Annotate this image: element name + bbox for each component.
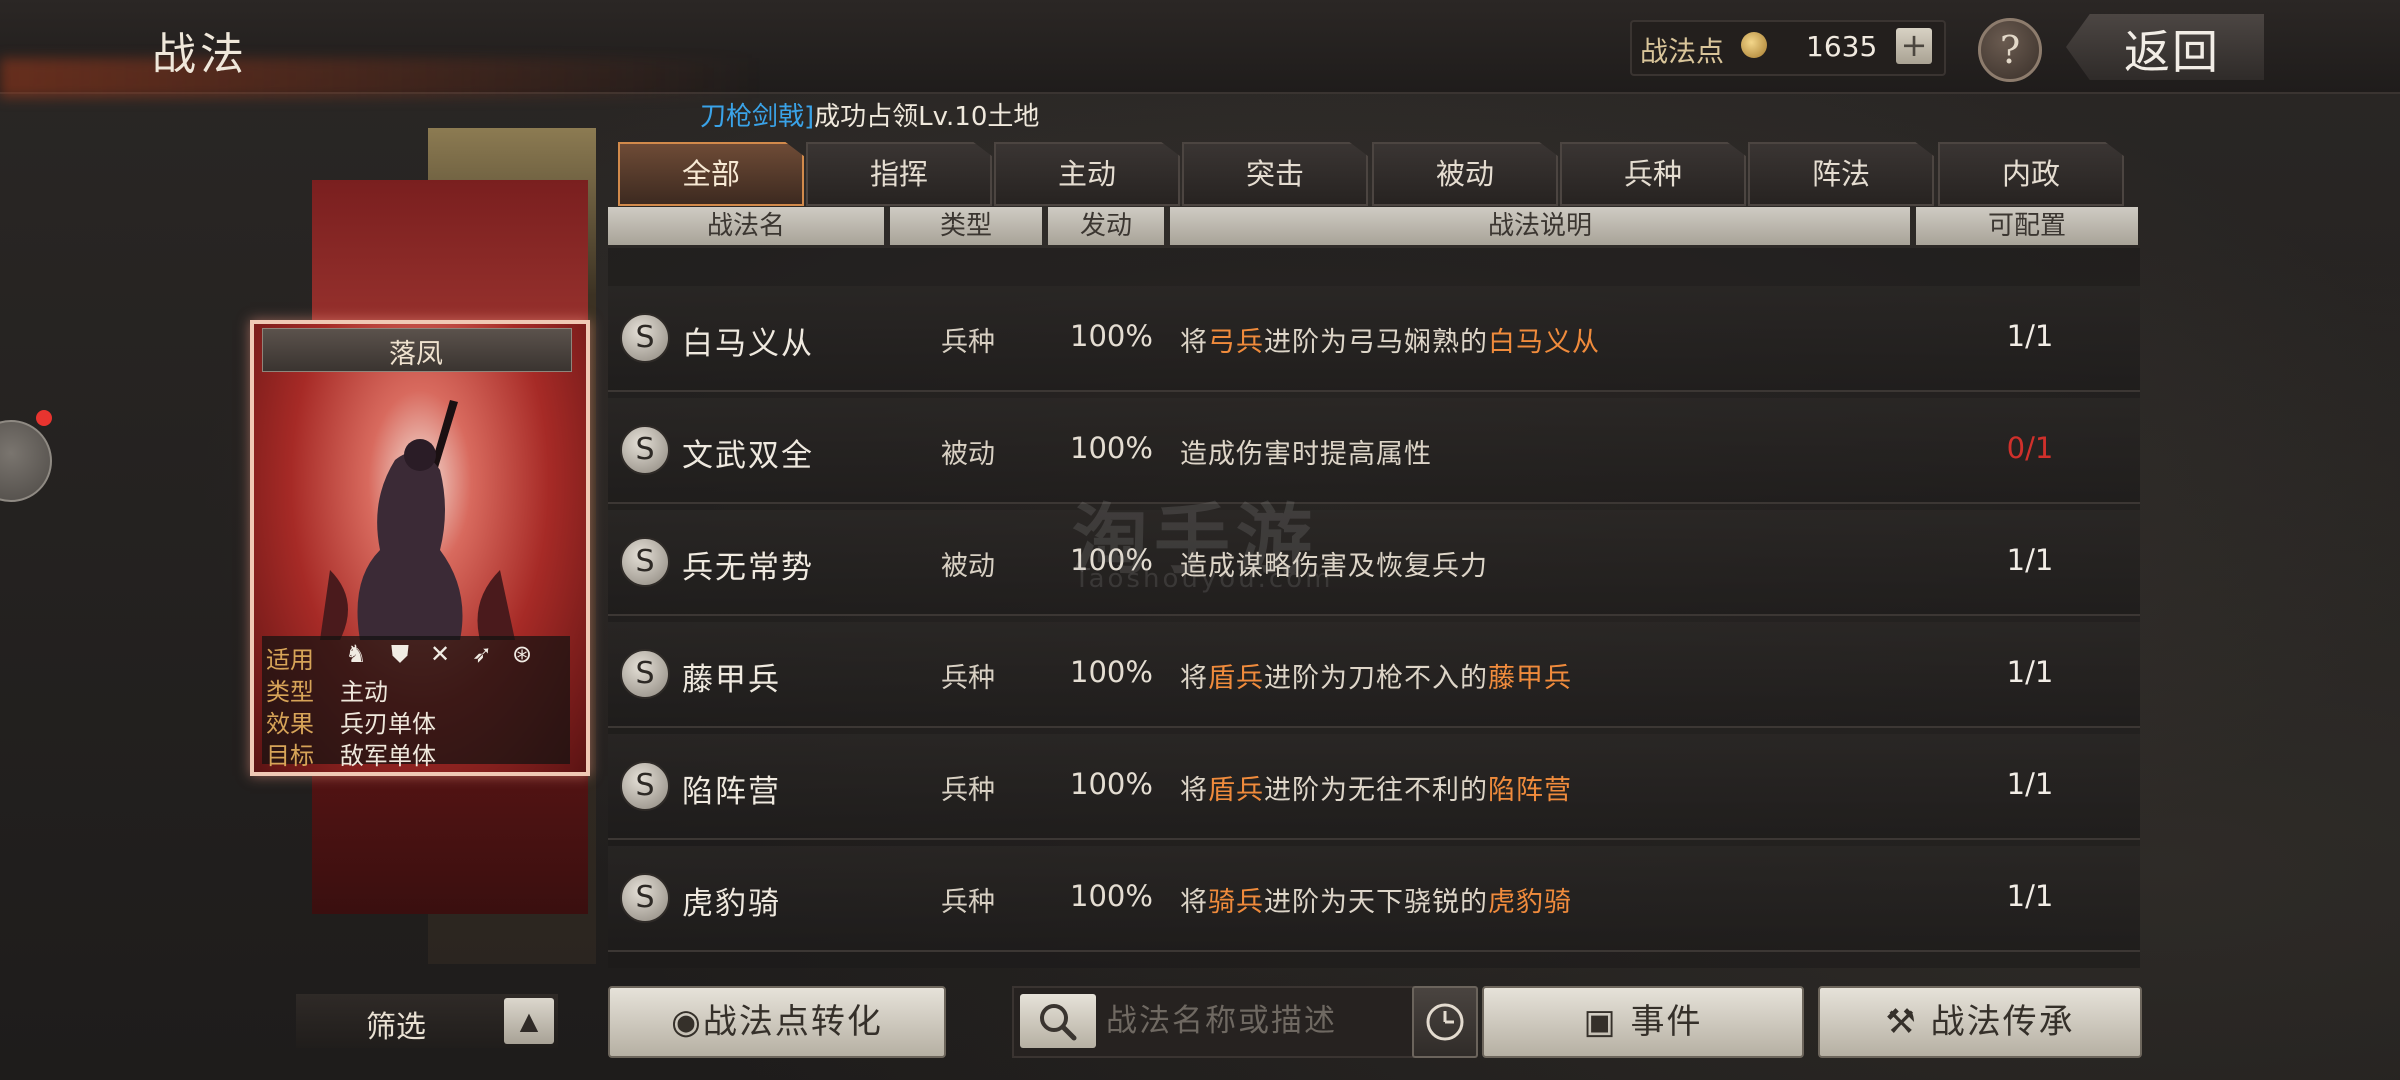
tab-internal[interactable]: 内政 bbox=[1938, 142, 2124, 206]
card-target-value: 敌军单体 bbox=[340, 742, 436, 770]
filter-toggle-button[interactable]: ▲ bbox=[504, 998, 554, 1044]
tactic-description: 将骑兵进阶为天下骁锐的虎豹骑 bbox=[1180, 887, 1572, 918]
column-header-desc: 战法说明 bbox=[1170, 207, 1910, 245]
event-icon: ▣ bbox=[1583, 1002, 1631, 1042]
tactic-description: 将盾兵进阶为无往不利的陷阵营 bbox=[1180, 775, 1572, 806]
notice-clan: 刀枪剑戟] bbox=[700, 102, 815, 132]
search-icon bbox=[1040, 1004, 1077, 1041]
event-label: 事件 bbox=[1630, 1002, 1703, 1042]
tactic-config: 1/1 bbox=[2006, 543, 2054, 577]
watermark-url: Taoshouyou.com bbox=[1074, 564, 1334, 594]
tactic-name: 虎豹骑 bbox=[682, 886, 781, 922]
column-header-config[interactable]: 可配置 bbox=[1916, 207, 2138, 245]
inherit-button[interactable]: ⚒ 战法传承 bbox=[1818, 986, 2142, 1058]
tactic-trigger: 100% bbox=[1070, 431, 1153, 465]
notification-dot bbox=[36, 410, 52, 426]
tab-all[interactable]: 全部 bbox=[618, 142, 804, 206]
grade-s-icon: S bbox=[620, 873, 670, 923]
convert-points-button[interactable]: ◉战法点转化 bbox=[608, 986, 946, 1058]
card-target-label: 目标 bbox=[266, 742, 314, 770]
add-points-button[interactable]: + bbox=[1896, 28, 1932, 64]
page-title: 战法 bbox=[152, 29, 248, 80]
help-button[interactable]: ? bbox=[1978, 18, 2042, 82]
search-input[interactable] bbox=[1104, 994, 1408, 1048]
grade-s-icon: S bbox=[620, 425, 670, 475]
filter-label[interactable]: 筛选 bbox=[366, 1002, 426, 1046]
spear-icon: ➶ bbox=[471, 640, 493, 668]
column-header-trigger[interactable]: 发动 bbox=[1048, 207, 1164, 245]
notice-text: 成功占领Lv.10土地 bbox=[814, 102, 1040, 132]
siege-icon: ⊛ bbox=[511, 640, 533, 668]
tab-active[interactable]: 主动 bbox=[994, 142, 1180, 206]
hammer-icon: ⚒ bbox=[1885, 1002, 1931, 1042]
tactic-trigger: 100% bbox=[1070, 767, 1153, 801]
tactic-name: 白马义从 bbox=[682, 326, 814, 362]
swirl-icon: ◉ bbox=[671, 1002, 703, 1042]
cavalry-icon: ♞ bbox=[345, 640, 367, 668]
tactic-config: 1/1 bbox=[2006, 655, 2054, 689]
tab-passive[interactable]: 被动 bbox=[1372, 142, 1558, 206]
title-glow bbox=[0, 58, 760, 98]
inherit-label: 战法传承 bbox=[1930, 1002, 2075, 1042]
card-tactic-name: 落凤 bbox=[389, 339, 443, 370]
tactic-type: 兵种 bbox=[941, 663, 995, 694]
bow-icon: ✕ bbox=[429, 640, 451, 668]
tactic-type: 兵种 bbox=[941, 775, 995, 806]
tactic-description: 将弓兵进阶为弓马娴熟的白马义从 bbox=[1180, 327, 1600, 358]
tab-formation[interactable]: 阵法 bbox=[1748, 142, 1934, 206]
tactic-description: 将盾兵进阶为刀枪不入的藤甲兵 bbox=[1180, 663, 1572, 694]
tactic-config: 0/1 bbox=[2006, 431, 2054, 465]
warrior-silhouette bbox=[320, 400, 515, 640]
tactic-config: 1/1 bbox=[2006, 767, 2054, 801]
tab-troop[interactable]: 兵种 bbox=[1560, 142, 1746, 206]
tab-assault[interactable]: 突击 bbox=[1182, 142, 1368, 206]
tactic-config: 1/1 bbox=[2006, 319, 2054, 353]
back-button-label[interactable]: 返回 bbox=[2124, 16, 2220, 82]
search-button[interactable] bbox=[1020, 994, 1096, 1048]
shield-icon: ⛊ bbox=[391, 640, 409, 668]
tactic-type: 兵种 bbox=[941, 887, 995, 918]
event-button[interactable]: ▣ 事件 bbox=[1482, 986, 1804, 1058]
tactic-type: 被动 bbox=[941, 439, 995, 470]
history-button[interactable] bbox=[1412, 986, 1478, 1058]
card-effect-value: 兵刃单体 bbox=[340, 710, 436, 738]
card-type-value: 主动 bbox=[340, 678, 388, 706]
tactic-config: 1/1 bbox=[2006, 879, 2054, 913]
grade-s-icon: S bbox=[620, 649, 670, 699]
tactic-type: 兵种 bbox=[941, 327, 995, 358]
grade-s-icon: S bbox=[620, 537, 670, 587]
clock-icon bbox=[1426, 1003, 1464, 1041]
tactic-trigger: 100% bbox=[1070, 319, 1153, 353]
tactic-trigger: 100% bbox=[1070, 655, 1153, 689]
tactic-name: 兵无常势 bbox=[682, 550, 814, 586]
broadcast-notice: 刀枪剑戟]成功占领Lv.10土地 bbox=[700, 96, 1039, 133]
tactic-name: 陷阵营 bbox=[682, 774, 781, 810]
tactic-type: 被动 bbox=[941, 551, 995, 582]
coin-icon bbox=[1741, 32, 1767, 58]
tactic-name: 文武双全 bbox=[682, 438, 814, 474]
tactic-name: 藤甲兵 bbox=[682, 662, 781, 698]
card-effect-label: 效果 bbox=[266, 710, 314, 738]
card-apply-label: 适用 bbox=[266, 646, 314, 674]
convert-points-label: 战法点转化 bbox=[702, 1002, 883, 1042]
tactic-trigger: 100% bbox=[1070, 879, 1153, 913]
tactic-description: 造成伤害时提高属性 bbox=[1180, 439, 1432, 470]
grade-s-icon: S bbox=[620, 761, 670, 811]
column-header-name[interactable]: 战法名 bbox=[608, 207, 884, 245]
tab-command[interactable]: 指挥 bbox=[806, 142, 992, 206]
tactic-points-label: 战法点 bbox=[1640, 35, 1725, 68]
tactic-points-value: 1635 bbox=[1806, 30, 1878, 63]
grade-s-icon: S bbox=[620, 313, 670, 363]
column-header-type[interactable]: 类型 bbox=[890, 207, 1042, 245]
card-type-label: 类型 bbox=[266, 678, 314, 706]
